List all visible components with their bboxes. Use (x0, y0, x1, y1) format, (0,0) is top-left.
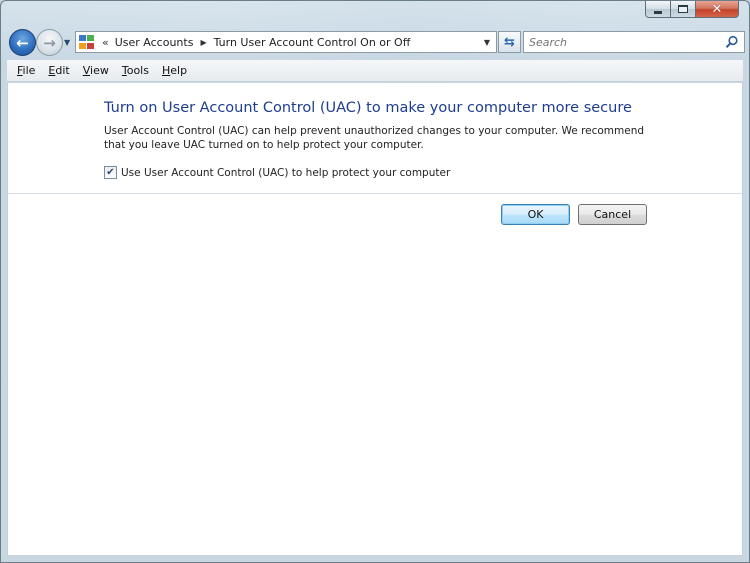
forward-button[interactable]: → (36, 29, 63, 56)
control-panel-icon (79, 35, 95, 49)
menu-file-label: ile (22, 64, 36, 77)
refresh-button[interactable]: ⇆ (498, 31, 521, 53)
breadcrumb-user-accounts[interactable]: User Accounts (115, 36, 194, 49)
menu-edit-label: dit (55, 64, 70, 77)
checkmark-icon: ✔ (106, 167, 115, 178)
search-box[interactable] (523, 31, 745, 53)
search-icon[interactable] (725, 35, 739, 49)
breadcrumb-current-page[interactable]: Turn User Account Control On or Off (214, 36, 411, 49)
chevron-down-icon: ▼ (483, 37, 491, 47)
explorer-window: ✕ ← → ▼ « User Accounts ▶ Turn User Acco… (0, 0, 750, 563)
address-bar[interactable]: « User Accounts ▶ Turn User Account Cont… (75, 31, 497, 53)
menu-file[interactable]: File (17, 64, 35, 77)
uac-checkbox-row[interactable]: ✔ Use User Account Control (UAC) to help… (104, 166, 450, 179)
breadcrumb-overflow[interactable]: « (102, 36, 109, 49)
uac-checkbox[interactable]: ✔ (104, 166, 117, 179)
menu-help[interactable]: Help (162, 64, 187, 77)
minimize-button[interactable] (645, 1, 671, 18)
content-pane: Turn on User Account Control (UAC) to ma… (7, 83, 743, 556)
description-text: User Account Control (UAC) can help prev… (104, 125, 645, 151)
divider (8, 193, 742, 194)
menu-help-label: elp (170, 64, 188, 77)
close-icon: ✕ (711, 1, 723, 17)
menu-view-accel: V (82, 64, 91, 77)
window-bottom-border (1, 556, 749, 562)
menu-bar: File Edit View Tools Help (7, 60, 743, 82)
address-dropdown-button[interactable]: ▼ (478, 32, 496, 52)
breadcrumb-chevron-icon[interactable]: ▶ (200, 38, 206, 47)
menu-edit[interactable]: Edit (48, 64, 69, 77)
navigation-bar: ← → ▼ « User Accounts ▶ Turn User Accoun… (9, 28, 745, 58)
page-title: Turn on User Account Control (UAC) to ma… (104, 100, 632, 116)
cancel-button[interactable]: Cancel (578, 204, 647, 225)
forward-arrow-icon: → (43, 33, 56, 52)
caption-buttons: ✕ (645, 1, 739, 18)
back-button[interactable]: ← (9, 29, 36, 56)
menu-tools[interactable]: Tools (122, 64, 149, 77)
menu-view[interactable]: View (83, 64, 109, 77)
maximize-button[interactable] (671, 1, 696, 18)
menu-tools-label: ools (126, 64, 149, 77)
uac-checkbox-label[interactable]: Use User Account Control (UAC) to help p… (121, 167, 450, 179)
maximize-icon (678, 5, 688, 13)
menu-view-label: iew (90, 64, 109, 77)
minimize-icon (654, 10, 662, 14)
close-button[interactable]: ✕ (696, 1, 739, 18)
back-arrow-icon: ← (16, 33, 29, 52)
refresh-icon: ⇆ (504, 34, 515, 50)
search-input[interactable] (529, 35, 709, 49)
ok-button[interactable]: OK (501, 204, 570, 225)
menu-help-accel: H (161, 64, 171, 77)
recent-pages-dropdown[interactable]: ▼ (64, 38, 70, 47)
